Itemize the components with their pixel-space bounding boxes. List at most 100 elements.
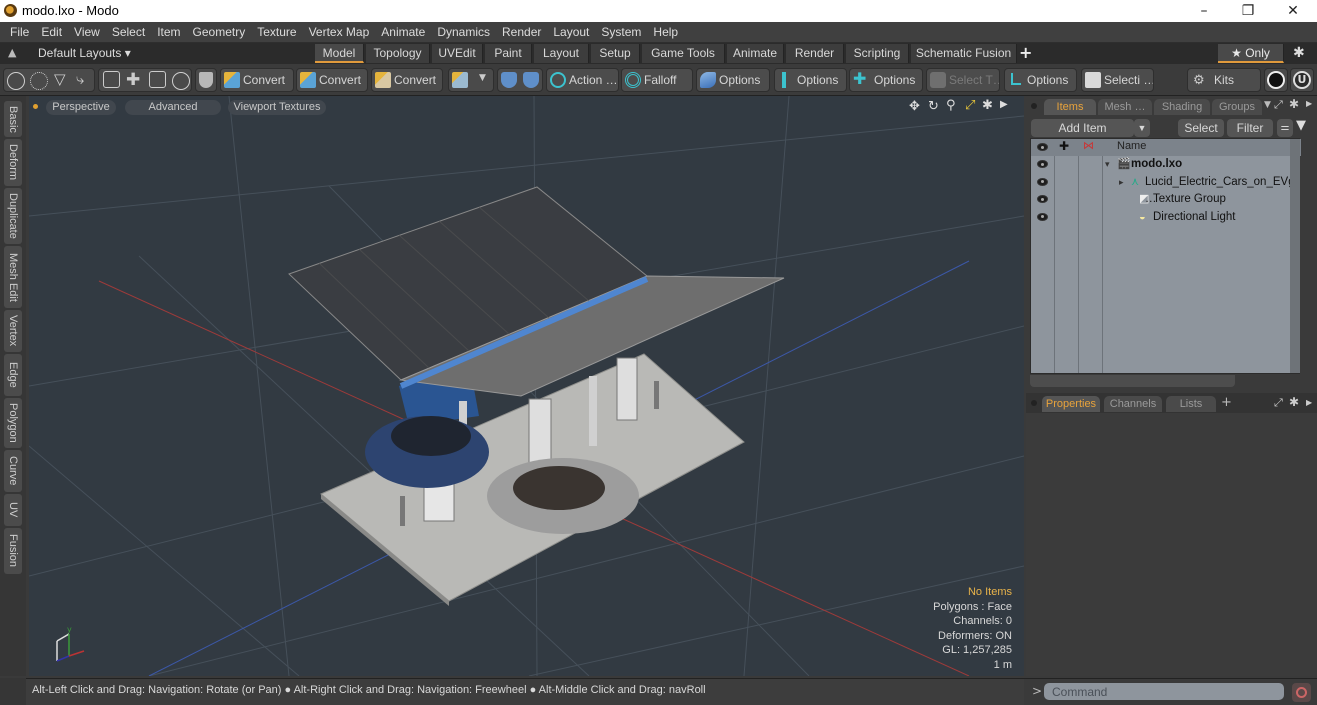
symmetry-icon[interactable] bbox=[501, 72, 517, 88]
add-item-dropdown[interactable]: ▼ bbox=[1134, 119, 1150, 137]
layout-tab-layout[interactable]: Layout bbox=[534, 44, 589, 63]
tab-channels[interactable]: Channels bbox=[1104, 396, 1162, 412]
tab-shading[interactable]: Shading bbox=[1154, 99, 1210, 115]
left-tab-polygon[interactable]: Polygon bbox=[4, 398, 22, 448]
action-center-button[interactable]: Action … bbox=[546, 68, 619, 92]
convert-button-3[interactable]: Convert bbox=[371, 68, 443, 92]
constraint-options-button[interactable]: Options bbox=[774, 68, 847, 92]
left-tab-deform[interactable]: Deform bbox=[4, 139, 22, 186]
funnel-icon[interactable]: ▼ bbox=[1296, 118, 1306, 133]
left-tab-duplicate[interactable]: Duplicate bbox=[4, 188, 22, 244]
selection-sets-button[interactable]: Selecti … bbox=[1081, 68, 1154, 92]
layout-tab-topology[interactable]: Topology bbox=[366, 44, 430, 63]
tabs-dropdown-icon[interactable]: ▼ bbox=[1264, 100, 1271, 110]
left-tab-curve[interactable]: Curve bbox=[4, 450, 22, 492]
unity-button[interactable] bbox=[1264, 68, 1288, 92]
menu-view[interactable]: View bbox=[68, 22, 106, 43]
menu-layout[interactable]: Layout bbox=[547, 22, 595, 43]
left-tab-fusion[interactable]: Fusion bbox=[4, 528, 22, 574]
properties-maximize-icon[interactable]: ⤢ bbox=[1274, 396, 1283, 410]
pivot-options-button[interactable]: ✚ Options bbox=[849, 68, 923, 92]
menu-edit[interactable]: Edit bbox=[35, 22, 68, 43]
name-column-header[interactable]: Name bbox=[1117, 140, 1146, 152]
filter-button[interactable]: Filter bbox=[1227, 119, 1273, 137]
add-layout-tab-button[interactable]: + bbox=[1019, 43, 1032, 62]
menu-file[interactable]: File bbox=[4, 22, 35, 43]
select-button[interactable]: Select bbox=[1178, 119, 1224, 137]
add-item-button[interactable]: Add Item bbox=[1031, 119, 1134, 137]
add-tab-button[interactable]: + bbox=[1221, 395, 1232, 410]
layout-tab-animate[interactable]: Animate bbox=[727, 44, 784, 63]
panel-menu-icon[interactable] bbox=[1031, 103, 1037, 109]
menu-texture[interactable]: Texture bbox=[251, 22, 302, 43]
viewport-expand-icon[interactable]: ▶ bbox=[1000, 99, 1008, 110]
tab-properties[interactable]: Properties bbox=[1042, 396, 1100, 412]
menu-geometry[interactable]: Geometry bbox=[187, 22, 252, 43]
panel-maximize-icon[interactable]: ⤢ bbox=[1274, 98, 1283, 112]
shield-button[interactable] bbox=[195, 68, 217, 92]
properties-menu-icon[interactable] bbox=[1031, 400, 1037, 406]
item-mode-icon[interactable] bbox=[172, 72, 190, 90]
layout-tab-paint[interactable]: Paint bbox=[485, 44, 532, 63]
workplane-icon[interactable] bbox=[523, 72, 539, 88]
menu-dynamics[interactable]: Dynamics bbox=[431, 22, 496, 43]
viewport-gear-icon[interactable]: ✱ bbox=[982, 98, 993, 113]
visibility-icon[interactable] bbox=[1037, 177, 1048, 186]
menu-select[interactable]: Select bbox=[106, 22, 151, 43]
menu-render[interactable]: Render bbox=[496, 22, 547, 43]
tab-mesh[interactable]: Mesh … bbox=[1098, 99, 1152, 115]
only-toggle[interactable]: ★ Only bbox=[1218, 44, 1284, 63]
visibility-icon[interactable] bbox=[1037, 195, 1048, 203]
menu-vertex-map[interactable]: Vertex Map bbox=[303, 22, 376, 43]
falloff-button[interactable]: Falloff bbox=[621, 68, 693, 92]
list-item[interactable]: ▸ ⋏ Lucid_Electric_Cars_on_EVg … bbox=[1031, 174, 1301, 205]
restore-button[interactable]: ❐ bbox=[1225, 0, 1271, 22]
viewport-menu-icon[interactable] bbox=[33, 104, 38, 109]
menu-system[interactable]: System bbox=[595, 22, 647, 43]
rotate-icon[interactable]: ↻ bbox=[928, 99, 939, 114]
gear-icon[interactable]: ✱ bbox=[1293, 45, 1305, 61]
left-tab-mesh-edit[interactable]: Mesh Edit bbox=[4, 246, 22, 308]
cube-dropdown[interactable]: ▼ bbox=[448, 68, 494, 92]
list-item[interactable]: ◩ Texture Group bbox=[1031, 191, 1301, 208]
convert-button-2[interactable]: Convert bbox=[296, 68, 368, 92]
viewport-textures-dropdown[interactable]: Viewport Textures bbox=[228, 100, 326, 115]
layout-pin-icon[interactable]: ▲ bbox=[8, 46, 16, 59]
select-through-button[interactable]: Select T… bbox=[926, 68, 1000, 92]
layout-tab-uvedit[interactable]: UVEdit bbox=[432, 44, 483, 63]
vertex-mode-icon[interactable] bbox=[7, 72, 25, 90]
shading-dropdown[interactable]: Advanced bbox=[125, 100, 221, 115]
panel-expand-icon[interactable]: ▶ bbox=[1306, 99, 1312, 108]
left-tab-basic[interactable]: Basic bbox=[4, 101, 22, 137]
minimize-button[interactable]: – bbox=[1181, 0, 1227, 22]
layout-tab-schematic-fusion[interactable]: Schematic Fusion bbox=[911, 44, 1017, 63]
edge-mode-icon[interactable] bbox=[103, 71, 120, 88]
convert-button-1[interactable]: Convert bbox=[220, 68, 294, 92]
tab-lists[interactable]: Lists bbox=[1166, 396, 1216, 412]
properties-expand-icon[interactable]: ▶ bbox=[1306, 398, 1312, 407]
globe-icon[interactable] bbox=[30, 72, 48, 90]
left-tab-vertex[interactable]: Vertex bbox=[4, 310, 22, 352]
visibility-icon[interactable] bbox=[1037, 212, 1048, 221]
tab-items[interactable]: Items bbox=[1044, 99, 1096, 115]
pen-icon[interactable]: ▽ bbox=[54, 70, 66, 88]
visibility-icon[interactable] bbox=[1037, 160, 1048, 168]
expand-arrow-icon[interactable]: ▾ bbox=[1105, 156, 1110, 173]
material-mode-icon[interactable] bbox=[149, 71, 166, 88]
maximize-icon[interactable]: ⤢ bbox=[965, 98, 975, 113]
menu-animate[interactable]: Animate bbox=[375, 22, 431, 43]
bone-icon[interactable]: ⤷ bbox=[76, 70, 84, 88]
unreal-button[interactable]: U bbox=[1290, 68, 1314, 92]
workplane-options-button[interactable]: Options bbox=[1004, 68, 1077, 92]
tab-groups[interactable]: Groups bbox=[1212, 99, 1262, 115]
collapse-icon[interactable]: ⚌ bbox=[1277, 119, 1293, 137]
layout-tab-game-tools[interactable]: Game Tools bbox=[642, 44, 725, 63]
kits-button[interactable]: ⚙ Kits bbox=[1187, 68, 1261, 92]
layout-tab-render[interactable]: Render bbox=[786, 44, 844, 63]
layout-tab-model[interactable]: Model bbox=[315, 44, 364, 63]
properties-gear-icon[interactable]: ✱ bbox=[1289, 395, 1299, 409]
close-button[interactable]: ✕ bbox=[1270, 0, 1316, 22]
pan-icon[interactable]: ✥ bbox=[909, 99, 920, 114]
layout-tab-setup[interactable]: Setup bbox=[591, 44, 640, 63]
list-item[interactable]: ▾ 🎬 modo.lxo bbox=[1031, 156, 1301, 173]
